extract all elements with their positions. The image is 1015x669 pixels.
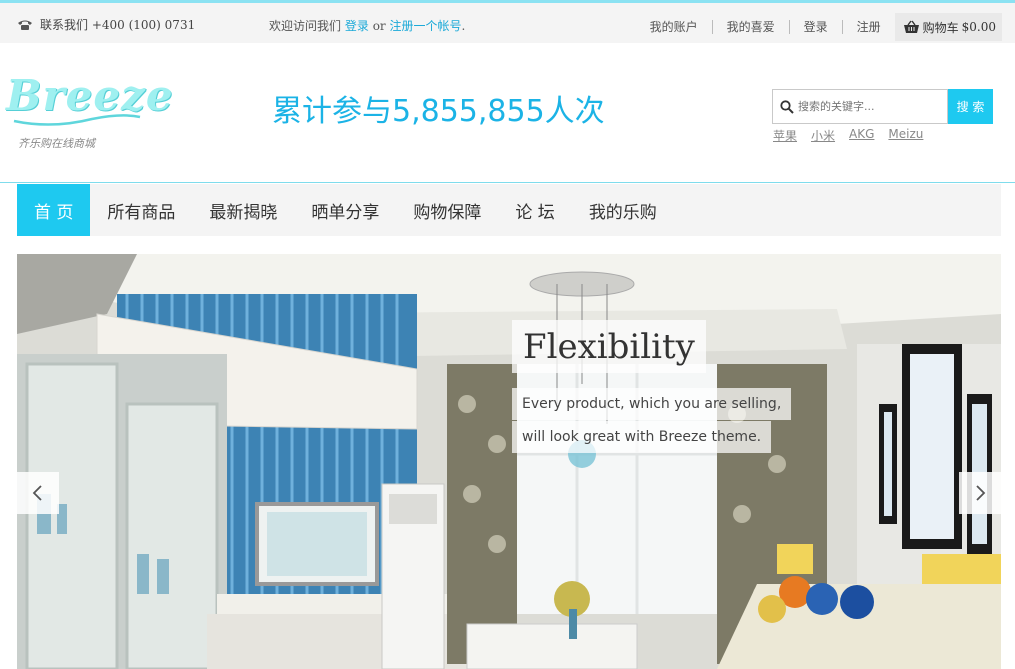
logo[interactable]: Breeze — [6, 71, 173, 135]
hot-keywords: 苹果 小米 AKG Meizu — [773, 127, 923, 144]
phone-icon — [18, 20, 32, 30]
main-nav: 首 页 所有商品 最新揭晓 晒单分享 购物保障 论 坛 我的乐购 — [17, 184, 1001, 236]
hot-keyword-link[interactable]: 苹果 — [773, 127, 797, 144]
nav-item-latest-results[interactable]: 最新揭晓 — [192, 184, 294, 236]
hot-keyword-link[interactable]: AKG — [849, 127, 874, 144]
register-link[interactable]: 注册一个帐号 — [389, 19, 461, 33]
cart-button[interactable]: 购物车 $0.00 — [894, 13, 1002, 41]
cart-icon — [903, 20, 919, 33]
top-bar: 联系我们 +400 (100) 0731 欢迎访问我们 登录 or 注册一个帐号… — [0, 0, 1015, 43]
slider-prev-button[interactable] — [17, 472, 59, 514]
my-favorites-link[interactable]: 我的喜爱 — [711, 20, 789, 34]
nav-item-guarantee[interactable]: 购物保障 — [396, 184, 498, 236]
nav-item-all-products[interactable]: 所有商品 — [90, 184, 192, 236]
slide-image — [17, 254, 1001, 669]
participation-counter: 累计参与5,855,855人次 — [272, 94, 605, 129]
header: Breeze 齐乐购在线商城 累计参与5,855,855人次 搜 索 苹果 小米… — [0, 43, 1015, 183]
welcome-prefix: 欢迎访问我们 — [269, 19, 342, 33]
cart-label: 购物车 — [922, 20, 959, 35]
nav-item-home[interactable]: 首 页 — [17, 184, 91, 236]
slogan: 齐乐购在线商城 — [18, 137, 95, 150]
register-top-link[interactable]: 注册 — [841, 20, 895, 34]
slide-caption-line-1: Every product, which you are selling, — [512, 388, 792, 420]
hero-slider: Flexibility Every product, which you are… — [17, 254, 1001, 669]
login-top-link[interactable]: 登录 — [788, 20, 842, 34]
search-icon — [780, 99, 794, 114]
welcome-period: . — [461, 19, 466, 33]
cart-total: $0.00 — [961, 20, 996, 34]
chevron-left-icon — [32, 485, 42, 501]
nav-item-my-account[interactable]: 我的乐购 — [572, 184, 674, 236]
my-account-link[interactable]: 我的账户 — [636, 20, 712, 34]
search-input[interactable] — [798, 100, 938, 113]
nav-item-share[interactable]: 晒单分享 — [294, 184, 396, 236]
account-links: 我的账户 我的喜爱 登录 注册 购物车 $0.00 — [636, 13, 1002, 41]
search-box — [772, 89, 948, 124]
welcome-text: 欢迎访问我们 登录 or 注册一个帐号. — [269, 17, 465, 34]
contact-label: 联系我们 +400 (100) 0731 — [40, 18, 196, 32]
login-link[interactable]: 登录 — [345, 19, 369, 33]
slide-title: Flexibility — [512, 320, 706, 373]
hot-keyword-link[interactable]: 小米 — [811, 127, 835, 144]
logo-swoosh-icon — [13, 114, 141, 126]
nav-item-forum[interactable]: 论 坛 — [498, 184, 571, 236]
contact-info: 联系我们 +400 (100) 0731 — [17, 16, 195, 33]
slide-caption-line-2: will look great with Breeze theme. — [512, 421, 772, 453]
search-form: 搜 索 — [772, 89, 993, 124]
or-text: or — [372, 19, 386, 33]
page: 联系我们 +400 (100) 0731 欢迎访问我们 登录 or 注册一个帐号… — [0, 0, 1015, 669]
search-button[interactable]: 搜 索 — [948, 89, 993, 124]
slider-next-button[interactable] — [959, 472, 1001, 514]
hot-keyword-link[interactable]: Meizu — [888, 127, 923, 144]
chevron-right-icon — [976, 485, 986, 501]
